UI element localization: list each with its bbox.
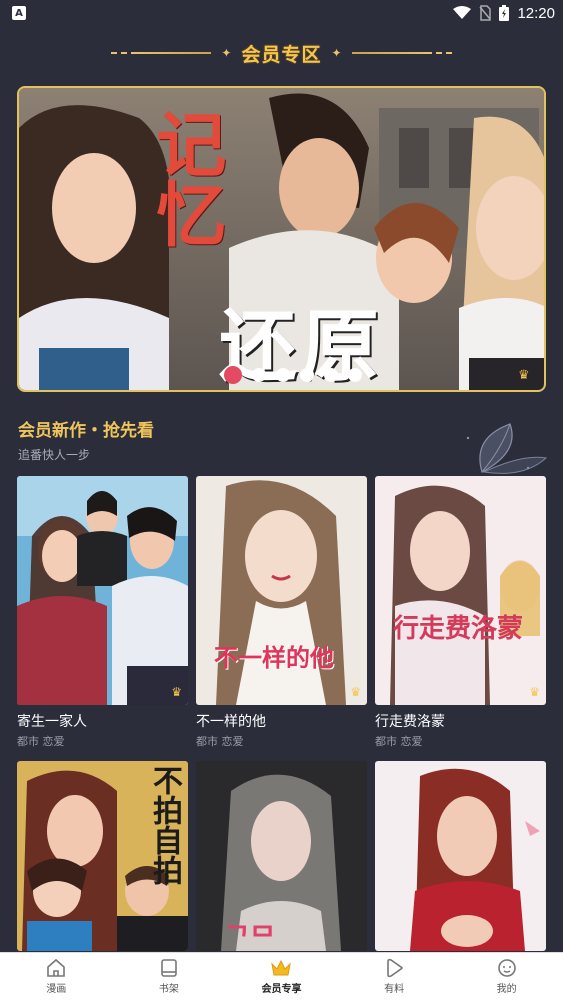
banner-dot-6[interactable] xyxy=(348,368,362,382)
vip-crown-icon: ♛ xyxy=(518,368,530,383)
comic-cover-title: 行走费洛蒙 xyxy=(393,614,524,644)
home-icon xyxy=(47,958,66,977)
leaf-decoration-icon xyxy=(466,423,548,474)
battery-icon xyxy=(499,5,510,21)
comic-grid: ♛ 寄生一家人 都市 恋爱 不一样的他 ♛ 不一样的他 都市 恋爱 行走费洛蒙 … xyxy=(17,476,547,951)
comic-cover[interactable] xyxy=(375,761,546,951)
no-sim-icon xyxy=(479,5,492,21)
nav-item-vip[interactable]: 会员专享 xyxy=(236,958,326,995)
banner-dot-1[interactable] xyxy=(224,366,242,384)
comic-title: 行走费洛蒙 xyxy=(375,714,445,730)
nav-label: 有料 xyxy=(384,984,405,995)
section-header: ✦ 会员专区 ✦ xyxy=(0,38,563,68)
nav-label: 书架 xyxy=(158,984,179,995)
app-notification-icon: A xyxy=(12,6,26,20)
bookshelf-icon xyxy=(161,959,177,977)
nav-item-profile[interactable]: 我的 xyxy=(462,958,552,995)
nav-item-comics[interactable]: 漫画 xyxy=(11,958,101,995)
comic-title: 寄生一家人 xyxy=(17,714,87,730)
comic-card[interactable]: 不拍自拍 xyxy=(17,761,188,951)
svg-text:ᄀᄆ: ᄀᄆ xyxy=(224,921,276,951)
nav-item-bookshelf[interactable]: 书架 xyxy=(124,958,214,995)
comic-card[interactable]: ᄀᄆ xyxy=(196,761,367,951)
profile-icon xyxy=(497,959,516,977)
banner-pagination[interactable] xyxy=(224,366,362,384)
status-bar: A 12:20 xyxy=(0,0,563,26)
vip-crown-icon: ♛ xyxy=(350,685,361,699)
sparkle-icon: ✦ xyxy=(221,46,232,60)
new-section-subtitle: 追番快人一步 xyxy=(18,448,91,462)
comic-cover-title: 不拍自拍 xyxy=(147,765,182,885)
comic-cover[interactable]: ᄀᄆ xyxy=(196,761,367,951)
comic-card[interactable]: ♛ 寄生一家人 都市 恋爱 xyxy=(17,476,188,749)
nav-label: 我的 xyxy=(496,984,517,995)
bottom-navigation: 漫画 书架 会员专享 有料 我的 xyxy=(0,952,563,1000)
nav-label: 漫画 xyxy=(46,984,67,995)
nav-item-feed[interactable]: 有料 xyxy=(349,958,439,995)
comic-card[interactable] xyxy=(375,761,546,951)
comic-title: 不一样的他 xyxy=(196,714,266,730)
comic-cover[interactable]: 不一样的他 ♛ xyxy=(196,476,367,705)
vip-crown-icon: ♛ xyxy=(529,685,540,699)
status-time: 12:20 xyxy=(517,4,555,22)
section-title: 会员专区 xyxy=(241,43,322,66)
play-icon xyxy=(387,958,403,978)
comic-tags: 都市 恋爱 xyxy=(375,735,423,748)
header-left-decoration xyxy=(111,52,212,54)
wifi-icon xyxy=(453,6,472,19)
sparkle-icon: ✦ xyxy=(331,46,342,60)
banner-title-top: 记忆 xyxy=(145,108,228,248)
vip-crown-icon: ♛ xyxy=(171,685,182,699)
comic-card[interactable]: 行走费洛蒙 ♛ 行走费洛蒙 都市 恋爱 xyxy=(375,476,546,749)
comic-cover[interactable]: 不拍自拍 xyxy=(17,761,188,951)
banner-dot-5[interactable] xyxy=(324,368,338,382)
featured-banner[interactable]: 记忆 还原 ♛ xyxy=(17,86,546,392)
comic-cover-title: 不一样的他 xyxy=(214,643,334,672)
comic-tags: 都市 恋爱 xyxy=(17,735,65,748)
banner-dot-3[interactable] xyxy=(276,368,290,382)
comic-cover[interactable]: ♛ xyxy=(17,476,188,705)
comic-card[interactable]: 不一样的他 ♛ 不一样的他 都市 恋爱 xyxy=(196,476,367,749)
comic-tags: 都市 恋爱 xyxy=(196,735,244,748)
comic-cover[interactable]: 行走费洛蒙 ♛ xyxy=(375,476,546,705)
nav-label: 会员专享 xyxy=(261,984,302,995)
new-section-title: 会员新作・抢先看 xyxy=(18,421,154,441)
banner-dot-2[interactable] xyxy=(252,368,266,382)
crown-icon xyxy=(271,959,292,976)
banner-dot-4[interactable] xyxy=(300,368,314,382)
header-right-decoration xyxy=(351,52,452,54)
